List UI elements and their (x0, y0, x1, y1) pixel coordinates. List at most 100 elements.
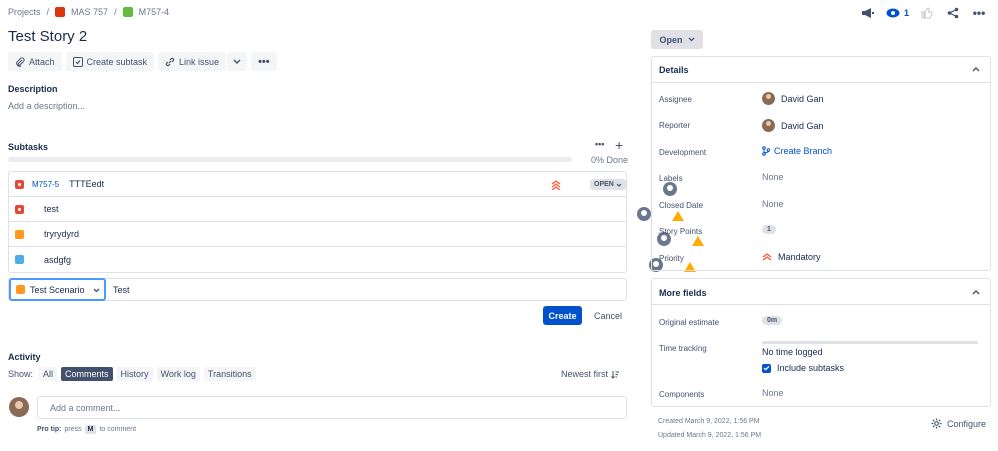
table-row[interactable]: M757-5 TTTEedt OPEN (9, 172, 678, 197)
story-icon (122, 7, 133, 17)
attach-button[interactable]: Attach (8, 52, 62, 71)
chevron-down-icon (93, 288, 100, 293)
issue-toolbar: Attach Create subtask Link issue ••• (8, 52, 277, 71)
comment-input[interactable]: Add a comment... (37, 396, 627, 419)
bug-icon (15, 179, 24, 189)
link-icon (165, 57, 175, 66)
configure-button[interactable]: Configure (931, 418, 986, 429)
issue-type-select[interactable]: Test Scenario (9, 278, 106, 301)
avatar (762, 92, 775, 105)
link-issue-button[interactable]: Link issue (158, 52, 227, 71)
created-date: Created March 9, 2022, 1:56 PM (658, 418, 760, 425)
branch-icon (762, 146, 770, 156)
tab-history[interactable]: History (116, 367, 153, 381)
subtasks-heading: Subtasks (8, 142, 49, 152)
subtask-key[interactable]: M757-5 (32, 180, 59, 189)
show-label: Show: (8, 369, 34, 379)
closed-date-value[interactable]: None (762, 199, 784, 209)
create-subtask-button[interactable]: Create subtask (65, 52, 155, 71)
link-issue-group: Link issue (158, 52, 248, 71)
development-label: Development (659, 148, 707, 157)
updated-date: Updated March 9, 2022, 1:56 PM (658, 432, 762, 439)
labels-value[interactable]: None (762, 172, 784, 182)
status-dropdown[interactable]: OPEN (590, 179, 626, 190)
tab-all[interactable]: All (39, 367, 58, 381)
watch-count: 1 (904, 8, 910, 18)
sort-button[interactable]: Newest first (561, 369, 620, 379)
details-header[interactable]: Details (652, 57, 990, 83)
test-scenario-icon (16, 285, 25, 294)
priority-label: Priority (659, 254, 684, 263)
more-options-icon[interactable]: ••• (971, 5, 987, 21)
paperclip-icon (16, 56, 25, 67)
story-points-value[interactable]: 1 (762, 225, 776, 234)
eye-icon (886, 8, 900, 18)
subtask-summary[interactable]: tryrydyrd (44, 229, 79, 239)
closed-date-label: Closed Date (659, 201, 704, 210)
tab-transitions[interactable]: Transitions (203, 367, 256, 381)
project-icon (55, 7, 66, 17)
chevron-down-icon (688, 37, 694, 42)
include-subtasks-checkbox[interactable]: Include subtasks (762, 363, 844, 373)
sort-descending-icon (611, 370, 620, 379)
breadcrumb-projects[interactable]: Projects (8, 7, 41, 17)
tab-comments[interactable]: Comments (61, 367, 113, 381)
activity-heading: Activity (8, 352, 41, 362)
unassigned-avatar-icon (636, 207, 651, 221)
subtask-icon (15, 255, 24, 264)
status-button[interactable]: Open (651, 30, 703, 49)
share-icon[interactable] (945, 5, 961, 21)
priority-highest-icon (762, 253, 772, 261)
more-actions-button[interactable]: ••• (251, 52, 277, 71)
subtasks-more-icon[interactable]: ••• (595, 139, 604, 149)
reporter-label: Reporter (659, 121, 691, 130)
more-fields-panel: More fields Original estimate 0m Time tr… (651, 278, 991, 407)
issue-title[interactable]: Test Story 2 (8, 28, 87, 45)
time-tracking-bar[interactable] (762, 341, 978, 344)
user-avatar (9, 397, 29, 417)
pro-tip: Pro tip: press M to comment (37, 425, 137, 434)
create-button[interactable]: Create (543, 306, 582, 325)
more-fields-header[interactable]: More fields (652, 279, 990, 305)
time-tracking-label: Time tracking (659, 344, 707, 353)
subtasks-progress-bar (8, 157, 572, 162)
priority-value[interactable]: Mandatory (762, 252, 821, 262)
reporter-value[interactable]: David Gan (762, 119, 824, 132)
details-panel: Details Assignee David Gan Reporter Davi… (651, 56, 991, 271)
new-subtask-summary-input[interactable]: Test (113, 285, 130, 295)
assignee-value[interactable]: David Gan (762, 92, 824, 105)
bug-icon (15, 204, 24, 214)
checkbox-checked-icon (762, 363, 771, 373)
keyboard-key: M (84, 425, 97, 434)
description-field[interactable]: Add a description... (8, 101, 85, 111)
story-points-label: Story Points (659, 227, 703, 236)
subtask-summary[interactable]: test (44, 204, 59, 214)
subtask-summary[interactable]: asdgfg (44, 255, 71, 265)
subtask-icon (72, 56, 83, 67)
create-branch-link[interactable]: Create Branch (762, 146, 832, 156)
progress-label: 0% Done (591, 155, 629, 165)
feedback-megaphone-icon[interactable] (860, 5, 876, 21)
watch-button[interactable]: 1 (886, 8, 909, 18)
table-row[interactable]: asdgfg (9, 247, 697, 272)
breadcrumb-project[interactable]: MAS 757 (71, 7, 108, 17)
gear-icon (931, 418, 942, 429)
activity-tabs: Show: All Comments History Work log Tran… (8, 367, 256, 381)
components-value[interactable]: None (762, 388, 784, 398)
add-subtask-icon[interactable]: + (615, 137, 623, 153)
tab-work-log[interactable]: Work log (156, 367, 200, 381)
breadcrumb: Projects / MAS 757 / M757-4 (8, 7, 170, 17)
components-label: Components (659, 390, 705, 399)
table-row[interactable]: tryrydyrd (9, 222, 705, 247)
vote-thumbs-up-icon[interactable] (919, 5, 935, 21)
original-estimate-value[interactable]: 0m (762, 316, 783, 325)
subtask-summary[interactable]: TTTEedt (69, 179, 104, 189)
chevron-up-icon (972, 290, 980, 295)
avatar (762, 119, 775, 132)
link-issue-dropdown[interactable] (227, 52, 248, 71)
breadcrumb-issue[interactable]: M757-4 (139, 7, 170, 17)
cancel-button[interactable]: Cancel (594, 311, 622, 321)
description-heading: Description (8, 84, 58, 94)
table-row[interactable]: test (9, 197, 684, 222)
assignee-label: Assignee (659, 95, 692, 104)
